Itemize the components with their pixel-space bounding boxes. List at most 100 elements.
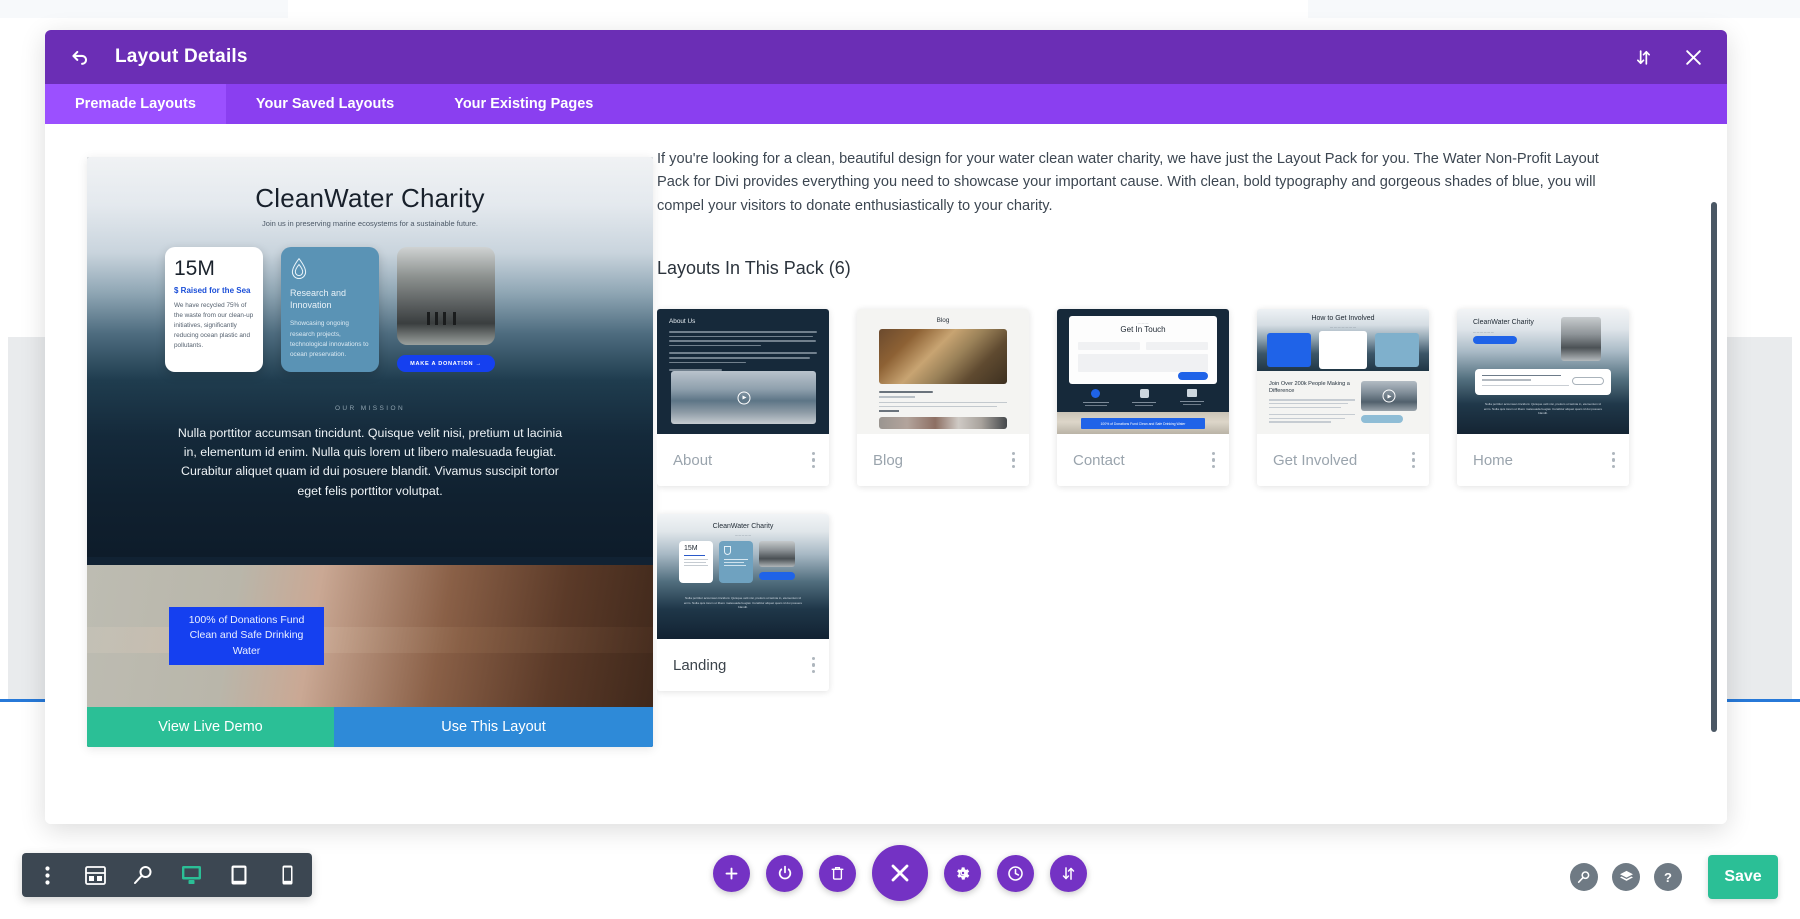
- layout-card-get-involved[interactable]: How to Get Involved — — — — — — — Join O…: [1257, 309, 1429, 486]
- close-icon[interactable]: [872, 845, 928, 901]
- layout-thumbnail: Blog: [857, 309, 1029, 434]
- vertical-dots-icon[interactable]: [36, 864, 58, 886]
- preview-research-card: Research and Innovation Showcasing ongoi…: [281, 247, 379, 372]
- preview-donate-button[interactable]: MAKE A DONATION →: [397, 355, 495, 372]
- layout-card-menu-button[interactable]: [812, 657, 816, 674]
- header-actions: [1631, 45, 1705, 69]
- search-icon[interactable]: [1570, 863, 1598, 891]
- page-title: Layout Details: [115, 46, 248, 68]
- layouts-grid: About Us About: [657, 309, 1657, 691]
- preview-action-buttons: View Live Demo Use This Layout: [87, 707, 653, 747]
- thumbnail-title: How to Get Involved: [1257, 315, 1429, 322]
- layout-card-label: Contact: [1073, 452, 1125, 469]
- help-icon[interactable]: ?: [1654, 863, 1682, 891]
- wireframe-icon[interactable]: [84, 864, 106, 886]
- layout-thumbnail: — — — Get In Touch: [1057, 309, 1229, 434]
- sort-arrows-icon[interactable]: [1631, 45, 1655, 69]
- layout-card-footer: Contact: [1057, 434, 1229, 486]
- play-icon: [737, 391, 750, 404]
- close-icon[interactable]: [1681, 45, 1705, 69]
- history-clock-icon[interactable]: [997, 855, 1034, 892]
- layout-card-menu-button[interactable]: [1612, 452, 1616, 469]
- thumbnail-banner: 100% of Donations Fund Clean and Safe Dr…: [1081, 418, 1205, 429]
- layout-card-contact[interactable]: — — — Get In Touch: [1057, 309, 1229, 486]
- layout-card-menu-button[interactable]: [1412, 452, 1416, 469]
- pack-heading: Layouts In This Pack (6): [657, 258, 1681, 279]
- preview-mission-section: OUR MISSION Nulla porttitor accumsan tin…: [87, 405, 653, 501]
- preview-stat-number: 15M: [174, 258, 254, 279]
- background-browser-tab: [288, 0, 1308, 30]
- modal-header: Layout Details: [45, 30, 1727, 84]
- layout-details-modal: Layout Details Premade Layouts Your Save…: [45, 30, 1727, 824]
- layout-thumbnail: CleanWater Charity — — — — — — Nulla por…: [1457, 309, 1629, 434]
- layout-card-menu-button[interactable]: [1212, 452, 1216, 469]
- preview-stat-label: $ Raised for the Sea: [174, 286, 254, 295]
- layout-card-about[interactable]: About Us About: [657, 309, 829, 486]
- layout-card-footer: Landing: [657, 639, 829, 691]
- tablet-icon[interactable]: [228, 864, 250, 886]
- layout-thumbnail: About Us: [657, 309, 829, 434]
- layers-icon[interactable]: [1612, 863, 1640, 891]
- pack-description: If you're looking for a clean, beautiful…: [657, 148, 1629, 218]
- thumbnail-title: CleanWater Charity: [657, 523, 829, 530]
- thumbnail-title: CleanWater Charity: [1473, 319, 1534, 326]
- power-icon[interactable]: [766, 855, 803, 892]
- modal-body: CleanWater Charity Join us in preserving…: [45, 124, 1727, 824]
- layout-card-menu-button[interactable]: [1012, 452, 1016, 469]
- trash-icon[interactable]: [819, 855, 856, 892]
- preview-photo: [397, 247, 495, 345]
- content-scrollbar[interactable]: [1711, 202, 1717, 732]
- utility-toolbar: ? Save: [1570, 855, 1778, 899]
- preview-feature-cards: 15M $ Raised for the Sea We have recycle…: [165, 247, 495, 372]
- view-live-demo-button[interactable]: View Live Demo: [87, 707, 334, 747]
- layout-preview-column: CleanWater Charity Join us in preserving…: [45, 124, 657, 824]
- layout-detail-column: If you're looking for a clean, beautiful…: [657, 124, 1727, 824]
- zoom-icon[interactable]: [132, 864, 154, 886]
- layout-card-home[interactable]: CleanWater Charity — — — — — — Nulla por…: [1457, 309, 1629, 486]
- view-mode-toolbar: [22, 853, 312, 897]
- tab-your-existing-pages[interactable]: Your Existing Pages: [424, 84, 623, 124]
- plus-icon[interactable]: [713, 855, 750, 892]
- preview-bottom-image: 100% of Donations Fund Clean and Safe Dr…: [87, 565, 653, 707]
- preview-site-title: CleanWater Charity: [87, 183, 653, 214]
- layout-card-footer: Blog: [857, 434, 1029, 486]
- layout-card-menu-button[interactable]: [812, 452, 816, 469]
- layout-thumbnail: CleanWater Charity — — — — — 15M: [657, 514, 829, 639]
- play-icon: [1383, 390, 1396, 403]
- layout-card-landing[interactable]: CleanWater Charity — — — — — 15M: [657, 514, 829, 691]
- layout-card-label: About: [673, 452, 712, 469]
- preview-research-title: Research and Innovation: [290, 288, 370, 311]
- thumbnail-title: Blog: [857, 317, 1029, 324]
- gear-icon[interactable]: [944, 855, 981, 892]
- back-arrow-icon[interactable]: [67, 44, 93, 70]
- main-action-toolbar: [713, 845, 1087, 901]
- preview-site-subtitle: Join us in preserving marine ecosystems …: [87, 219, 653, 228]
- preview-hero: CleanWater Charity Join us in preserving…: [87, 157, 653, 557]
- sort-arrows-icon[interactable]: [1050, 855, 1087, 892]
- preview-photo-card: MAKE A DONATION →: [397, 247, 495, 372]
- water-drop-icon: [290, 258, 308, 280]
- layout-card-blog[interactable]: Blog Blog: [857, 309, 1029, 486]
- layout-card-footer: Home: [1457, 434, 1629, 486]
- layout-card-label: Get Involved: [1273, 452, 1357, 469]
- layout-card-label: Landing: [673, 657, 726, 674]
- modal-tabs: Premade Layouts Your Saved Layouts Your …: [45, 84, 1727, 124]
- preview-stat-body: We have recycled 75% of the waste from o…: [174, 301, 254, 351]
- thumbnail-heading: Join Over 200k People Making a Differenc…: [1269, 381, 1355, 394]
- layout-card-footer: Get Involved: [1257, 434, 1429, 486]
- desktop-icon[interactable]: [180, 864, 202, 886]
- tab-premade-layouts[interactable]: Premade Layouts: [45, 84, 226, 124]
- use-this-layout-button[interactable]: Use This Layout: [334, 707, 653, 747]
- tab-your-saved-layouts[interactable]: Your Saved Layouts: [226, 84, 424, 124]
- layout-card-footer: About: [657, 434, 829, 486]
- preview-stat-card: 15M $ Raised for the Sea We have recycle…: [165, 247, 263, 372]
- thumbnail-title: Get In Touch: [1069, 325, 1217, 334]
- preview-mission-label: OUR MISSION: [87, 405, 653, 412]
- layout-thumbnail: How to Get Involved — — — — — — — Join O…: [1257, 309, 1429, 434]
- save-button[interactable]: Save: [1708, 855, 1778, 899]
- preview-research-body: Showcasing ongoing research projects, te…: [290, 319, 370, 360]
- thumbnail-title: About Us: [669, 318, 695, 325]
- layout-preview-card: CleanWater Charity Join us in preserving…: [87, 157, 653, 747]
- layout-card-label: Blog: [873, 452, 903, 469]
- phone-icon[interactable]: [276, 864, 298, 886]
